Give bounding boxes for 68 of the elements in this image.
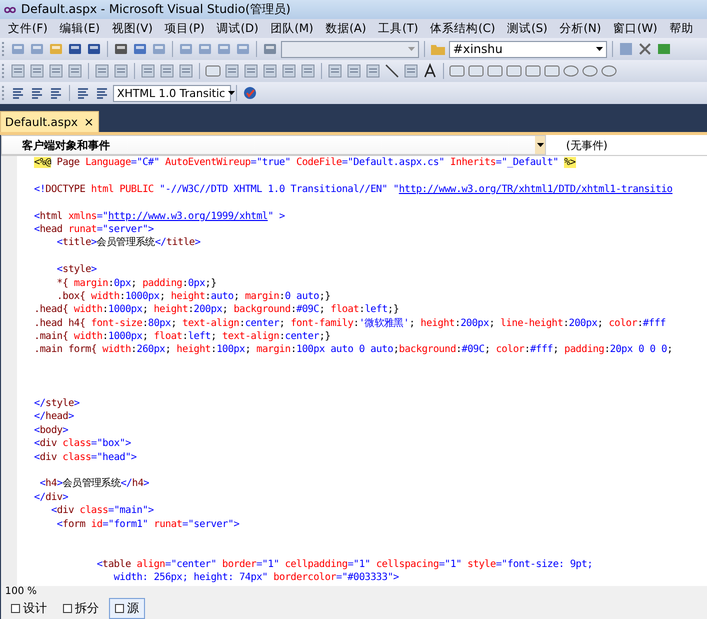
menu-item[interactable]: 编辑(E) [54, 21, 106, 36]
caret-icon [228, 91, 236, 95]
code-line: width: 256px; height: 74px" bordercolor="#003333"> [112, 572, 399, 584]
code-line: .head h4{ font-size:80px; text-align:center; font-family:'微软雅黑'; height:200px; line-height:200px; color:#fff [34, 318, 666, 329]
rectangle-icon[interactable] [468, 63, 484, 79]
menu-item[interactable]: 帮助 [663, 21, 700, 36]
code-line: <form id="form1" runat="server"> [56, 518, 240, 530]
code-line: <head runat="server"> [34, 224, 154, 235]
rectangle-icon[interactable] [525, 63, 541, 79]
code-line: <table align="center" border="1" cellpadding="1" cellspacing="1" style="font-size: 9pt; [96, 558, 593, 570]
rectangle-icon[interactable] [205, 63, 221, 79]
view-tab[interactable]: 拆分 [57, 598, 105, 619]
ellipse-icon[interactable] [601, 63, 617, 79]
view-icon [11, 604, 20, 613]
view-icon [63, 604, 72, 613]
code-line: <div class="main"> [50, 505, 154, 516]
code-line: <div class="head"> [34, 452, 137, 463]
code-line: <!DOCTYPE html PUBLIC "-//W3C//DTD XHTML 1.0 Transitional//EN" "http://www.w3.org/TR/xhtml1/DTD/xhtml1-transitio [34, 184, 672, 195]
menu-item[interactable]: 团队(M) [264, 21, 320, 36]
code-line: .main{ width:1000px; float:left; text-align:center;} [34, 331, 330, 342]
menu-item[interactable]: 视图(V) [106, 21, 159, 36]
code-line: <h4>会员管理系统</h4> [38, 478, 150, 490]
code-line: *{ margin:0px; padding:0px;} [56, 278, 216, 289]
window-title: Default.aspx - Microsoft Visual Studio(管理员) [21, 1, 291, 18]
object-dropdown[interactable]: 客户端对象和事件 [1, 135, 546, 155]
menu-item[interactable]: 窗口(W) [607, 21, 664, 36]
menu-item[interactable]: 调试(D) [210, 21, 264, 36]
rectangle-icon[interactable] [487, 63, 503, 79]
text-icon[interactable] [422, 63, 438, 79]
view-tab[interactable]: 源 [109, 598, 145, 619]
rectangle-icon[interactable] [544, 63, 560, 79]
infinity-icon [3, 6, 17, 14]
code-line: <html xmlns="http://www.w3.org/1999/xhtml" > [34, 210, 285, 222]
code-line: </head> [34, 411, 74, 422]
zoom-level: 100 % [1, 586, 707, 599]
rectangle-icon[interactable] [506, 63, 522, 79]
ellipse-icon[interactable] [563, 63, 579, 79]
code-line: <body> [34, 424, 68, 436]
menu-item[interactable]: 项目(P) [158, 21, 211, 36]
dropdown-field[interactable] [281, 40, 419, 58]
caret-icon [408, 47, 415, 51]
menu-item[interactable]: 体系结构(C) [424, 21, 502, 36]
event-dropdown[interactable]: (无事件) [546, 135, 608, 155]
check-icon[interactable] [242, 85, 258, 101]
caret-icon [536, 143, 544, 147]
caret-icon [596, 47, 603, 51]
code-line: .main form{ width:260px; height:100px; margin:100px auto 0 auto;background:#09C; color:#fff; padding:20px 0 0 0; [34, 344, 673, 356]
code-line: </div> [34, 492, 68, 503]
dropdown-button[interactable] [535, 136, 545, 154]
find-field[interactable]: #xinshu [449, 40, 607, 58]
code-line: .box{ width:1000px; height:auto; margin:0 auto;} [56, 290, 330, 302]
ellipse-icon[interactable] [582, 63, 598, 79]
code-line: </style> [34, 398, 80, 410]
close-button[interactable]: × [84, 115, 94, 129]
code-line: <style> [56, 264, 97, 276]
document-tab[interactable]: Default.aspx × [0, 111, 99, 132]
menu-item[interactable]: 测试(S) [501, 21, 554, 36]
menu-item[interactable]: 文件(F) [2, 21, 54, 36]
menu-item[interactable]: 数据(A) [319, 21, 372, 36]
view-tab[interactable]: 设计 [5, 598, 53, 619]
code-line: .head{ width:1000px; height:200px; background:#09C; float:left;} [34, 304, 399, 316]
menu-item[interactable]: 工具(T) [372, 21, 424, 36]
menu-item[interactable]: 分析(N) [554, 21, 608, 36]
rectangle-icon[interactable] [449, 63, 465, 79]
line-icon[interactable] [384, 63, 400, 79]
view-icon [115, 604, 124, 613]
code-line: <div class="box"> [34, 438, 131, 450]
code-line: <title>会员管理系统</title> [56, 237, 200, 248]
